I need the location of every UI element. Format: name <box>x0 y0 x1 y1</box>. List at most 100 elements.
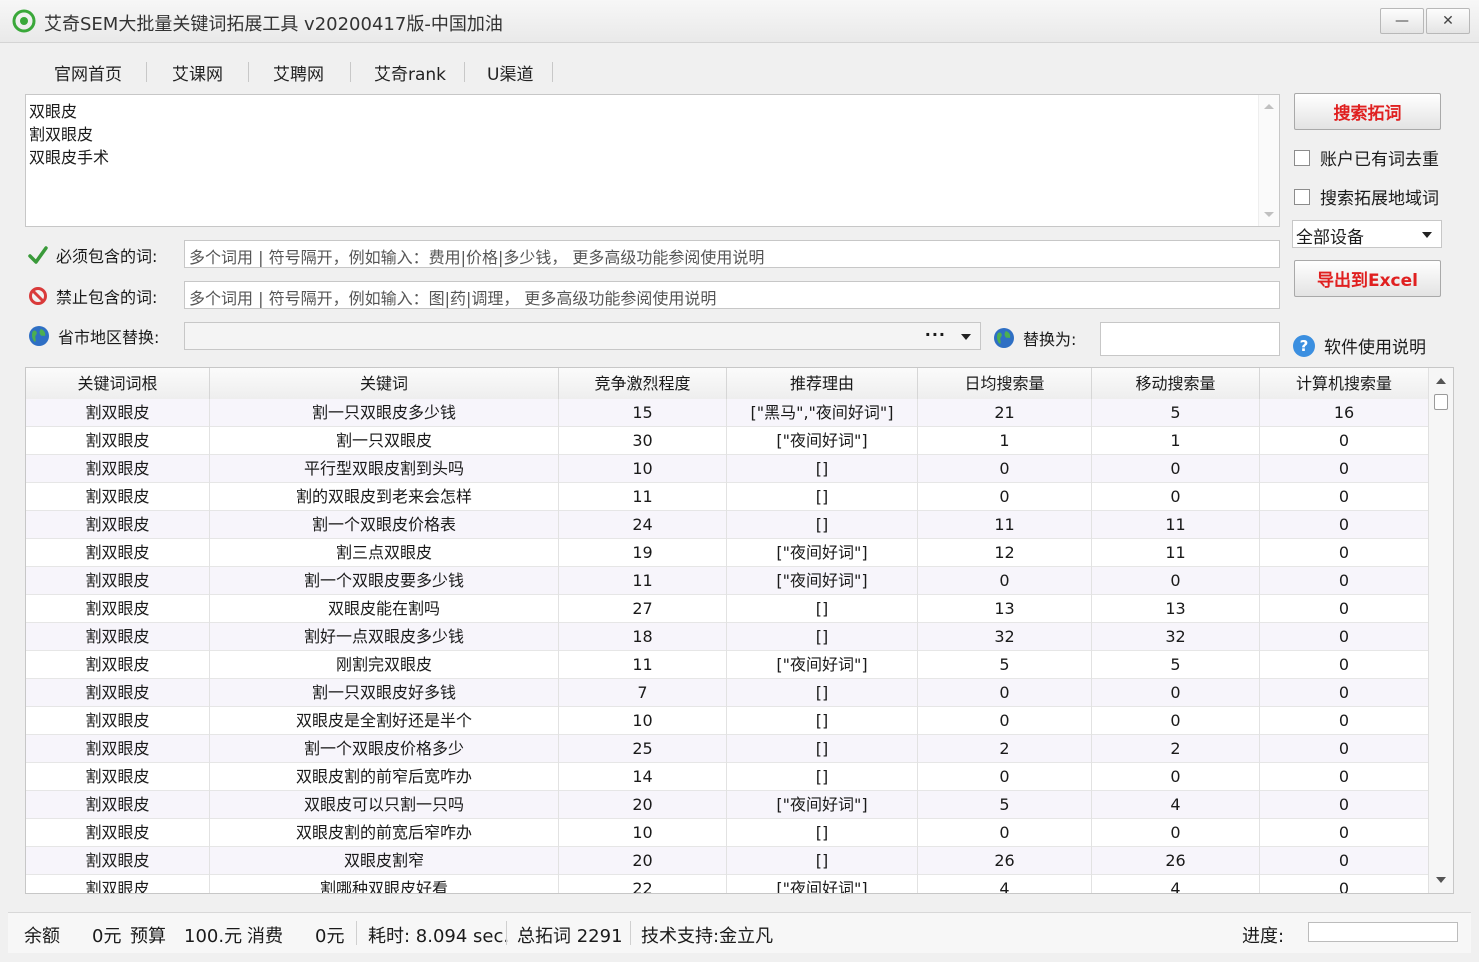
col-competition-cell[interactable]: 27 <box>559 595 727 623</box>
grid-scrollbar[interactable] <box>1428 368 1453 893</box>
col-pc-search-cell[interactable]: 0 <box>1260 707 1429 735</box>
table-row[interactable]: 割双眼皮 割好一点双眼皮多少钱 18[] 32 32 0 <box>26 623 1429 651</box>
col-mobile-search-cell[interactable]: 0 <box>1092 819 1260 847</box>
col-pc-search-cell[interactable]: 0 <box>1260 875 1429 893</box>
col-mobile-search-cell[interactable]: 0 <box>1092 763 1260 791</box>
table-row[interactable]: 割双眼皮 割一个双眼皮要多少钱 11 ["夜间好词"] 0 0 0 <box>26 567 1429 595</box>
col-pc-search-cell[interactable]: 16 <box>1260 399 1429 427</box>
col-reason-cell[interactable]: [] <box>727 511 918 539</box>
col-mobile-search-cell[interactable]: 0 <box>1092 679 1260 707</box>
col-competition-cell[interactable]: 18 <box>559 623 727 651</box>
col-reason-cell[interactable]: [] <box>727 763 918 791</box>
col-mobile-search-cell[interactable]: 0 <box>1092 567 1260 595</box>
col-keyword-cell[interactable]: 割好一点双眼皮多少钱 <box>210 623 559 651</box>
col-competition-cell[interactable]: 14 <box>559 763 727 791</box>
chevron-down-icon[interactable] <box>1422 232 1432 238</box>
region-expand-checkbox-row[interactable]: 搜索拓展地域词 <box>1294 184 1439 209</box>
col-keyword-cell[interactable]: 双眼皮能在割吗 <box>210 595 559 623</box>
table-row[interactable]: 割双眼皮 割的双眼皮到老来会怎样 11[] 0 0 0 <box>26 483 1429 511</box>
col-reason-cell[interactable]: [] <box>727 847 918 875</box>
close-button[interactable]: ✕ <box>1426 8 1470 34</box>
nav-aike[interactable]: 艾课网 <box>172 60 223 85</box>
scroll-thumb[interactable] <box>1434 394 1448 410</box>
col-keyword-root-cell[interactable]: 割双眼皮 <box>26 679 210 707</box>
col-keyword-cell[interactable]: 双眼皮割的前宽后窄咋办 <box>210 819 559 847</box>
col-daily-search-cell[interactable]: 0 <box>918 567 1092 595</box>
col-reason-cell[interactable]: [] <box>727 595 918 623</box>
col-reason-cell[interactable]: [] <box>727 735 918 763</box>
col-pc-search-cell[interactable]: 0 <box>1260 847 1429 875</box>
col-reason-cell[interactable]: [] <box>727 819 918 847</box>
col-daily-search-cell[interactable]: 4 <box>918 875 1092 893</box>
col-competition-cell[interactable]: 7 <box>559 679 727 707</box>
col-mobile-search-cell[interactable]: 26 <box>1092 847 1260 875</box>
col-reason-cell[interactable]: ["黑马","夜间好词"] <box>727 399 918 427</box>
chevron-down-icon[interactable] <box>961 334 971 340</box>
help-icon[interactable]: ? <box>1292 334 1316 358</box>
col-reason-cell[interactable]: [] <box>727 679 918 707</box>
dedupe-checkbox-row[interactable]: 账户已有词去重 <box>1294 145 1439 170</box>
region-dropdown[interactable]: ··· <box>184 322 981 350</box>
must-include-input[interactable]: 多个词用 | 符号隔开，例如输入：费用|价格|多少钱， 更多高级功能参阅使用说明 <box>184 240 1280 268</box>
col-daily-search-cell[interactable]: 0 <box>918 819 1092 847</box>
col-reason-cell[interactable]: ["夜间好词"] <box>727 427 918 455</box>
table-row[interactable]: 割双眼皮 割一个双眼皮价格多少 25[] 2 2 0 <box>26 735 1429 763</box>
region-more-icon[interactable]: ··· <box>925 325 946 344</box>
scroll-down-icon[interactable] <box>1436 877 1446 883</box>
col-reason-cell[interactable]: ["夜间好词"] <box>727 651 918 679</box>
region-expand-checkbox[interactable] <box>1294 188 1310 205</box>
col-keyword-root-cell[interactable]: 割双眼皮 <box>26 399 210 427</box>
table-row[interactable]: 割双眼皮 割一只双眼皮好多钱 7[] 0 0 0 <box>26 679 1429 707</box>
col-daily-search-cell[interactable]: 32 <box>918 623 1092 651</box>
col-daily-search-header[interactable]: 日均搜索量 <box>918 368 1092 399</box>
col-competition-cell[interactable]: 10 <box>559 819 727 847</box>
table-row[interactable]: 割双眼皮 割一只双眼皮 30 ["夜间好词"] 1 1 0 <box>26 427 1429 455</box>
col-daily-search-cell[interactable]: 2 <box>918 735 1092 763</box>
col-keyword-root-cell[interactable]: 割双眼皮 <box>26 455 210 483</box>
col-pc-search-cell[interactable]: 0 <box>1260 483 1429 511</box>
col-keyword-root-cell[interactable]: 割双眼皮 <box>26 707 210 735</box>
col-keyword-root-cell[interactable]: 割双眼皮 <box>26 511 210 539</box>
minimize-button[interactable]: — <box>1380 8 1424 34</box>
col-mobile-search-cell[interactable]: 0 <box>1092 483 1260 511</box>
col-pc-search-cell[interactable]: 0 <box>1260 567 1429 595</box>
col-pc-search-cell[interactable]: 0 <box>1260 791 1429 819</box>
col-daily-search-cell[interactable]: 26 <box>918 847 1092 875</box>
col-daily-search-cell[interactable]: 13 <box>918 595 1092 623</box>
col-keyword-cell[interactable]: 割一个双眼皮价格表 <box>210 511 559 539</box>
col-keyword-root-cell[interactable]: 割双眼皮 <box>26 595 210 623</box>
col-keyword-root-cell[interactable]: 割双眼皮 <box>26 875 210 893</box>
col-competition-cell[interactable]: 24 <box>559 511 727 539</box>
col-competition-cell[interactable]: 30 <box>559 427 727 455</box>
col-pc-search-cell[interactable]: 0 <box>1260 511 1429 539</box>
col-pc-search-cell[interactable]: 0 <box>1260 819 1429 847</box>
table-row[interactable]: 割双眼皮 平行型双眼皮割到头吗 10[] 0 0 0 <box>26 455 1429 483</box>
col-daily-search-cell[interactable]: 21 <box>918 399 1092 427</box>
exclude-input[interactable]: 多个词用 | 符号隔开，例如输入：图|药|调理， 更多高级功能参阅使用说明 <box>184 281 1280 309</box>
col-keyword-root-header[interactable]: 关键词词根 <box>26 368 210 399</box>
col-keyword-root-cell[interactable]: 割双眼皮 <box>26 791 210 819</box>
col-competition-cell[interactable]: 10 <box>559 707 727 735</box>
col-reason-cell[interactable]: [] <box>727 623 918 651</box>
col-reason-cell[interactable]: [] <box>727 707 918 735</box>
table-row[interactable]: 割双眼皮 双眼皮割的前宽后窄咋办 10[] 0 0 0 <box>26 819 1429 847</box>
col-pc-search-cell[interactable]: 0 <box>1260 735 1429 763</box>
col-keyword-root-cell[interactable]: 割双眼皮 <box>26 483 210 511</box>
col-mobile-search-cell[interactable]: 0 <box>1092 455 1260 483</box>
col-mobile-search-cell[interactable]: 5 <box>1092 399 1260 427</box>
col-competition-cell[interactable]: 19 <box>559 539 727 567</box>
col-competition-cell[interactable]: 15 <box>559 399 727 427</box>
col-keyword-root-cell[interactable]: 割双眼皮 <box>26 735 210 763</box>
col-pc-search-cell[interactable]: 0 <box>1260 539 1429 567</box>
col-reason-cell[interactable]: ["夜间好词"] <box>727 539 918 567</box>
col-keyword-cell[interactable]: 割一个双眼皮价格多少 <box>210 735 559 763</box>
scroll-up-icon[interactable] <box>1264 104 1274 109</box>
col-keyword-cell[interactable]: 双眼皮割的前窄后宽咋办 <box>210 763 559 791</box>
table-row[interactable]: 割双眼皮 双眼皮能在割吗 27[] 13 13 0 <box>26 595 1429 623</box>
col-daily-search-cell[interactable]: 0 <box>918 679 1092 707</box>
col-competition-cell[interactable]: 11 <box>559 651 727 679</box>
col-daily-search-cell[interactable]: 1 <box>918 427 1092 455</box>
col-daily-search-cell[interactable]: 5 <box>918 651 1092 679</box>
table-row[interactable]: 割双眼皮 割三点双眼皮 19 ["夜间好词"] 12 11 0 <box>26 539 1429 567</box>
region-expand-label[interactable]: 搜索拓展地域词 <box>1320 184 1439 209</box>
